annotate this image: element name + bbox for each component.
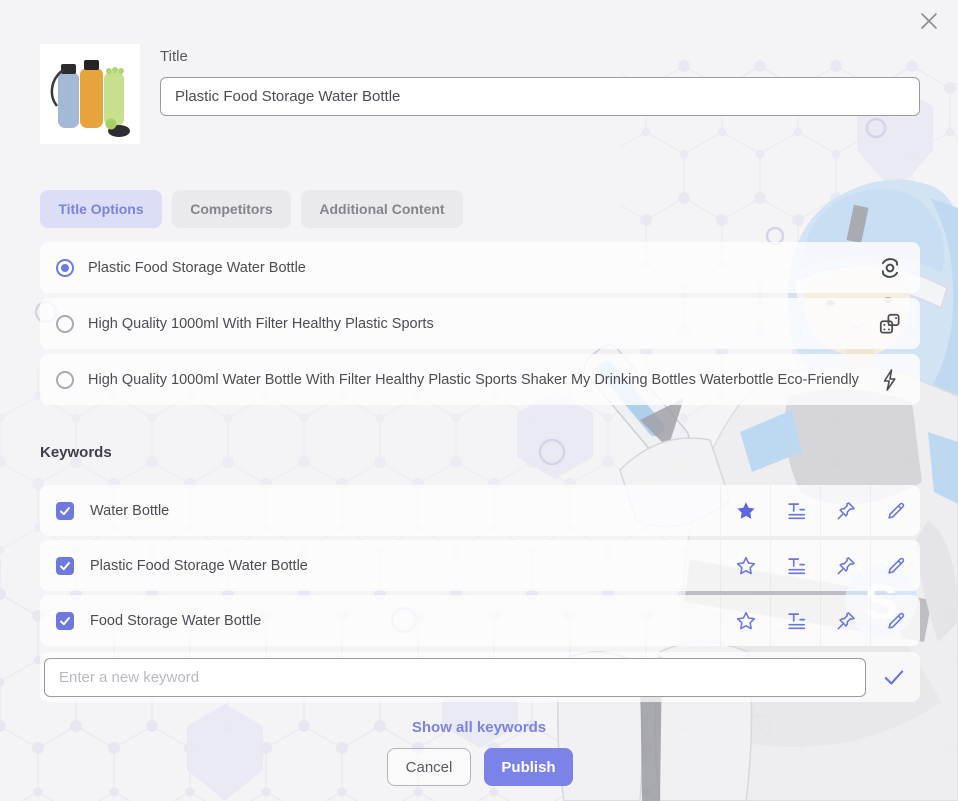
title-option-row: Plastic Food Storage Water Bottle (40, 242, 920, 293)
generate-button[interactable] (860, 354, 920, 405)
close-button[interactable] (914, 6, 944, 36)
pin-icon (835, 555, 857, 577)
insert-text-button[interactable] (770, 540, 820, 591)
title-option-label: High Quality 1000ml With Filter Healthy … (88, 316, 860, 332)
keyword-row: Food Storage Water Bottle (40, 595, 920, 646)
check-icon (59, 505, 71, 517)
insert-text-button[interactable] (770, 595, 820, 646)
text-insert-icon (785, 555, 807, 577)
pencil-icon (885, 555, 907, 577)
keyword-row: Plastic Food Storage Water Bottle (40, 540, 920, 591)
regenerate-icon (877, 255, 903, 281)
close-icon (918, 10, 940, 32)
tab-additional-content[interactable]: Additional Content (301, 190, 463, 228)
title-label: Title (160, 48, 188, 65)
tab-competitors[interactable]: Competitors (172, 190, 291, 228)
publish-listing-modal: S Title Title Options Competitors (0, 0, 958, 801)
title-option-row: High Quality 1000ml With Filter Healthy … (40, 298, 920, 349)
keyword-checkbox[interactable] (56, 502, 74, 520)
publish-button[interactable]: Publish (484, 748, 573, 786)
title-input[interactable] (160, 77, 920, 116)
product-image (40, 44, 140, 144)
keyword-label: Plastic Food Storage Water Bottle (90, 558, 720, 574)
radio-button[interactable] (56, 371, 74, 389)
pencil-icon (885, 610, 907, 632)
pin-button[interactable] (820, 540, 870, 591)
add-keyword-button[interactable] (868, 652, 920, 702)
pin-icon (835, 610, 857, 632)
radio-button[interactable] (56, 315, 74, 333)
title-option-row: High Quality 1000ml Water Bottle With Fi… (40, 354, 920, 405)
check-icon (59, 615, 71, 627)
text-insert-icon (785, 610, 807, 632)
insert-text-button[interactable] (770, 485, 820, 536)
title-option-label: Plastic Food Storage Water Bottle (88, 260, 860, 276)
pin-button[interactable] (820, 485, 870, 536)
keyword-checkbox[interactable] (56, 557, 74, 575)
pin-icon (835, 500, 857, 522)
tab-title-options[interactable]: Title Options (40, 190, 162, 228)
star-outline-icon (735, 610, 757, 632)
edit-button[interactable] (870, 540, 920, 591)
check-icon (59, 560, 71, 572)
lightning-icon (878, 368, 902, 392)
favorite-button[interactable] (720, 595, 770, 646)
new-keyword-input[interactable] (44, 658, 866, 697)
star-icon (735, 500, 757, 522)
cancel-button[interactable]: Cancel (387, 748, 471, 786)
water-bottles-image (40, 44, 140, 144)
radio-button-selected[interactable] (56, 259, 74, 277)
title-option-label: High Quality 1000ml Water Bottle With Fi… (88, 372, 860, 388)
favorite-button[interactable] (720, 485, 770, 536)
keyword-row: Water Bottle (40, 485, 920, 536)
star-outline-icon (735, 555, 757, 577)
edit-button[interactable] (870, 485, 920, 536)
pencil-icon (885, 500, 907, 522)
confirm-check-icon (881, 664, 907, 690)
keyword-label: Food Storage Water Bottle (90, 613, 720, 629)
keywords-heading: Keywords (40, 444, 112, 461)
edit-button[interactable] (870, 595, 920, 646)
regenerate-button[interactable] (860, 242, 920, 293)
text-insert-icon (785, 500, 807, 522)
favorite-button[interactable] (720, 540, 770, 591)
dice-icon (877, 311, 903, 337)
keyword-label: Water Bottle (90, 503, 720, 519)
randomize-button[interactable] (860, 298, 920, 349)
show-all-keywords-link[interactable]: Show all keywords (0, 719, 958, 736)
keyword-checkbox[interactable] (56, 612, 74, 630)
pin-button[interactable] (820, 595, 870, 646)
